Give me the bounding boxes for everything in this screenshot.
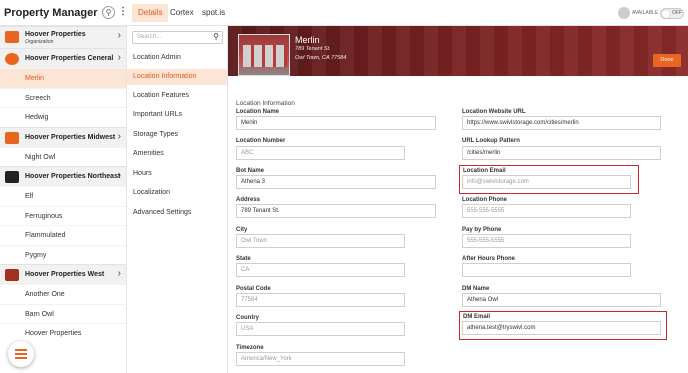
property-sidebar: Hoover Properties Organization › Hoover … [0, 26, 127, 373]
tab-details[interactable]: Details [132, 4, 169, 22]
city-field[interactable]: Owl Town [236, 234, 405, 248]
menu-search-input[interactable]: Search... ⚲ [132, 31, 223, 44]
label-website-url: Location Website URL [462, 109, 526, 115]
label-url-lookup-pattern: URL Lookup Pattern [462, 138, 520, 144]
timezone-field[interactable]: America/New_York [236, 352, 405, 366]
group-hoover-northeast[interactable]: Hoover Properties Northeast › [0, 166, 126, 186]
label-dm-name: DM Name [462, 286, 490, 292]
group-hoover-west[interactable]: Hoover Properties West › [0, 264, 126, 284]
storage-logo-icon [5, 269, 19, 281]
label-dm-email: DM Email [463, 314, 491, 320]
user-avatar-icon [618, 7, 630, 19]
availability-toggle[interactable]: OFF [660, 8, 684, 19]
toggle-label: OFF [672, 10, 682, 16]
sidebar-item-elf[interactable]: Elf [0, 186, 126, 206]
label-location-phone: Location Phone [462, 197, 507, 203]
label-city: City [236, 227, 248, 233]
label-location-email: Location Email [463, 168, 506, 174]
label-location-name: Location Name [236, 109, 280, 115]
house-logo-icon [5, 131, 19, 144]
sidebar-item-barn-owl[interactable]: Barn Owl [0, 303, 126, 324]
banner-location-name: Merlin [295, 35, 320, 45]
label-state: State [236, 256, 251, 262]
label-country: Country [236, 315, 259, 321]
label-address: Address [236, 197, 261, 203]
label-postal-code: Postal Code [236, 286, 271, 292]
owl-logo-icon [5, 53, 19, 65]
group-name: Hoover Properties Midwest [25, 133, 116, 141]
menu-item-amenities[interactable]: Amenities [127, 146, 227, 162]
sidebar-item-another-one[interactable]: Another One [0, 284, 126, 304]
label-timezone: Timezone [236, 345, 264, 351]
state-field[interactable]: CA [236, 263, 405, 277]
postal-code-field[interactable]: 77584 [236, 293, 405, 307]
availability-label: AVAILABLE [632, 10, 659, 16]
group-hoover-midwest[interactable]: Hoover Properties Midwest › [0, 126, 126, 147]
search-placeholder: Search... [137, 34, 162, 40]
menu-item-location-admin[interactable]: Location Admin [127, 50, 227, 66]
label-location-number: Location Number [236, 138, 286, 144]
country-field[interactable]: USA [236, 322, 405, 336]
menu-item-advanced-settings[interactable]: Advanced Settings [127, 205, 227, 221]
group-name: Hoover Properties [25, 31, 86, 38]
location-name-field[interactable]: Merlin [236, 116, 436, 130]
group-hoover-ceneral[interactable]: Hoover Properties Ceneral › [0, 48, 126, 68]
address-field[interactable]: 789 Tenant St. [236, 204, 436, 218]
location-email-field[interactable]: info@swivlstorage.com [462, 175, 631, 189]
website-url-field[interactable]: https://www.swivlstorage.com/cities/merl… [462, 116, 661, 130]
tab-spotis[interactable]: spot.is [196, 4, 231, 22]
chevron-right-icon[interactable]: › [118, 268, 121, 279]
menu-item-location-information[interactable]: Location Information [127, 69, 227, 85]
top-bar: Property Manager ⚲ ⋮ Details Cortex spot… [0, 0, 688, 26]
label-pay-by-phone: Pay by Phone [462, 227, 502, 233]
label-bot-name: Bot Name [236, 168, 265, 174]
sidebar-item-merlin[interactable]: Merlin [0, 68, 126, 88]
group-subtitle: Organization [25, 39, 54, 45]
sidebar-item-flammulated[interactable]: Flammulated [0, 225, 126, 245]
bot-name-field[interactable]: Athena 3 [236, 175, 436, 189]
house-logo-icon [5, 31, 19, 43]
group-hoover-properties[interactable]: Hoover Properties Organization › [0, 26, 126, 48]
chevron-right-icon[interactable]: › [118, 52, 121, 63]
menu-item-hours[interactable]: Hours [127, 166, 227, 182]
kebab-menu-icon[interactable]: ⋮ [118, 6, 128, 17]
after-hours-phone-field[interactable] [462, 263, 631, 277]
menu-item-localization[interactable]: Localization [127, 185, 227, 201]
search-icon: ⚲ [213, 32, 219, 41]
group-name: Hoover Properties West [25, 271, 105, 278]
sidebar-item-night-owl[interactable]: Night Owl [0, 146, 126, 167]
banner-city: Owl Town, CA 77584 [295, 55, 347, 61]
owl-logo-icon [5, 171, 19, 183]
group-name: Hoover Properties Northeast [25, 173, 121, 180]
sidebar-item-pygmy[interactable]: Pygmy [0, 244, 126, 265]
group-name: Hoover Properties Ceneral [25, 55, 114, 62]
location-banner: Merlin 789 Tenant St. Owl Town, CA 77584… [228, 26, 688, 76]
settings-menu: Search... ⚲ Location Admin Location Info… [127, 26, 228, 373]
pay-by-phone-field[interactable]: 555-555-5555 [462, 234, 631, 248]
location-number-field[interactable]: ABC [236, 146, 405, 160]
tab-cortex[interactable]: Cortex [164, 4, 200, 22]
url-lookup-pattern-field[interactable]: /cities/merlin [462, 146, 661, 160]
sidebar-item-ferruginous[interactable]: Ferruginous [0, 205, 126, 226]
menu-item-important-urls[interactable]: Important URLs [127, 107, 227, 123]
sidebar-item-screech[interactable]: Screech [0, 87, 126, 108]
section-title: Location Information [236, 100, 295, 107]
banner-address: 789 Tenant St. [295, 46, 331, 52]
dm-name-field[interactable]: Athena Owl [462, 293, 661, 307]
menu-item-location-features[interactable]: Location Features [127, 88, 227, 104]
location-phone-field[interactable]: 555-555-5555 [462, 204, 631, 218]
menu-item-storage-types[interactable]: Storage Types [127, 127, 227, 143]
label-after-hours-phone: After Hours Phone [462, 256, 516, 262]
location-photo [238, 34, 290, 76]
search-icon[interactable]: ⚲ [102, 6, 115, 19]
chevron-right-icon[interactable]: › [118, 131, 121, 142]
dm-email-field[interactable]: athena.test@tryswivl.com [462, 321, 661, 335]
sidebar-item-hoover-properties[interactable]: Hoover Properties [0, 323, 126, 343]
chevron-right-icon[interactable]: › [118, 30, 121, 41]
chevron-right-icon[interactable]: › [118, 170, 121, 181]
hamburger-menu-button[interactable] [8, 341, 34, 367]
done-button[interactable]: Done [653, 54, 681, 67]
sidebar-item-hedwig[interactable]: Hedwig [0, 107, 126, 127]
app-title: Property Manager [4, 7, 98, 19]
